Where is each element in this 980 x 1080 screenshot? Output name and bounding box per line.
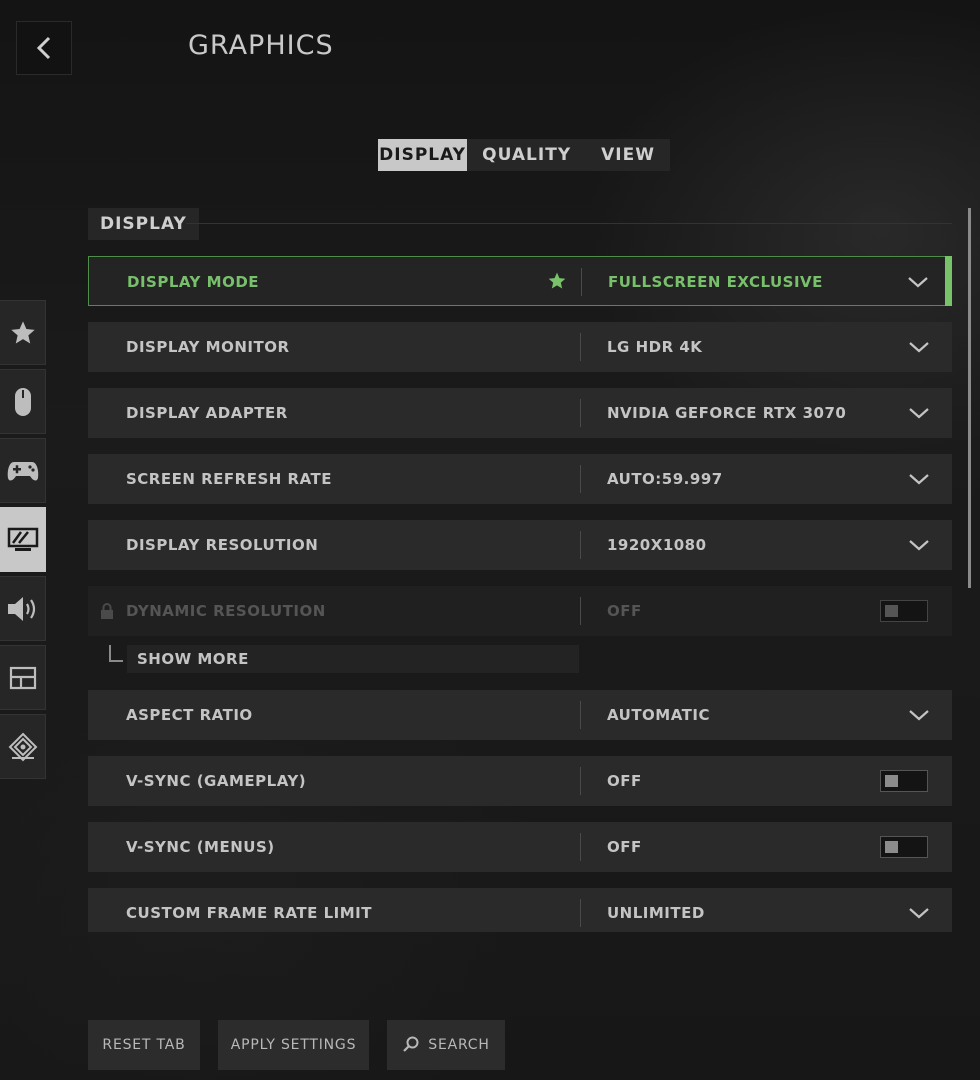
mouse-icon: [14, 387, 31, 416]
setting-label: DISPLAY ADAPTER: [126, 404, 288, 422]
setting-custom-frame-rate-limit[interactable]: CUSTOM FRAME RATE LIMIT UNLIMITED: [88, 888, 952, 932]
row-divider: [580, 833, 581, 861]
chevron-down-icon[interactable]: [908, 537, 930, 553]
setting-value: FULLSCREEN EXCLUSIVE: [608, 273, 823, 291]
setting-label: DYNAMIC RESOLUTION: [126, 602, 326, 620]
section-divider: [186, 223, 952, 224]
sidebar-item-favorites[interactable]: [0, 300, 46, 365]
monitor-icon: [7, 527, 38, 551]
sidebar-item-graphics[interactable]: [0, 507, 46, 572]
setting-value: OFF: [607, 602, 642, 620]
speaker-icon: [7, 596, 35, 621]
setting-value: LG HDR 4K: [607, 338, 703, 356]
toggle-switch[interactable]: [880, 770, 928, 792]
row-divider: [580, 701, 581, 729]
show-more-button[interactable]: SHOW MORE: [127, 645, 579, 673]
tree-connector: [109, 645, 123, 662]
setting-label: ASPECT RATIO: [126, 706, 253, 724]
toggle-switch[interactable]: [880, 836, 928, 858]
toggle-switch: [880, 600, 928, 622]
chevron-down-icon[interactable]: [908, 471, 930, 487]
toggle-knob: [885, 605, 898, 617]
sidebar-item-controller[interactable]: [0, 438, 46, 503]
back-button[interactable]: [16, 21, 72, 75]
setting-value: UNLIMITED: [607, 904, 705, 922]
sidebar-item-network[interactable]: [0, 714, 46, 779]
row-divider: [580, 597, 581, 625]
sidebar-item-mouse[interactable]: [0, 369, 46, 434]
setting-dynamic-resolution: DYNAMIC RESOLUTION OFF: [88, 586, 952, 636]
row-divider: [580, 899, 581, 927]
tab-display[interactable]: DISPLAY: [378, 139, 468, 171]
setting-value: OFF: [607, 838, 642, 856]
setting-label: DISPLAY RESOLUTION: [126, 536, 319, 554]
row-divider: [580, 399, 581, 427]
chevron-down-icon[interactable]: [908, 707, 930, 723]
sidebar-item-audio[interactable]: [0, 576, 46, 641]
setting-screen-refresh-rate[interactable]: SCREEN REFRESH RATE AUTO:59.997: [88, 454, 952, 504]
category-sidebar: [0, 300, 46, 783]
network-icon: [8, 732, 37, 761]
interface-icon: [9, 666, 36, 689]
search-icon: [403, 1036, 419, 1052]
setting-value: OFF: [607, 772, 642, 790]
toggle-knob: [885, 841, 898, 853]
setting-vsync-menus[interactable]: V-SYNC (MENUS) OFF: [88, 822, 952, 872]
setting-label: CUSTOM FRAME RATE LIMIT: [126, 904, 372, 922]
row-divider: [581, 268, 582, 296]
setting-label: V-SYNC (MENUS): [126, 838, 275, 856]
setting-display-mode[interactable]: DISPLAY MODE FULLSCREEN EXCLUSIVE: [88, 256, 952, 306]
tab-quality[interactable]: QUALITY: [467, 139, 586, 171]
search-button[interactable]: SEARCH: [387, 1020, 505, 1070]
apply-settings-button[interactable]: APPLY SETTINGS: [218, 1020, 369, 1070]
chevron-down-icon[interactable]: [908, 405, 930, 421]
tab-view[interactable]: VIEW: [586, 139, 670, 171]
setting-aspect-ratio[interactable]: ASPECT RATIO AUTOMATIC: [88, 690, 952, 740]
setting-label: DISPLAY MODE: [127, 273, 260, 291]
setting-display-adapter[interactable]: DISPLAY ADAPTER NVIDIA GEFORCE RTX 3070: [88, 388, 952, 438]
sidebar-item-interface[interactable]: [0, 645, 46, 710]
setting-value: NVIDIA GEFORCE RTX 3070: [607, 404, 847, 422]
row-divider: [580, 465, 581, 493]
setting-display-monitor[interactable]: DISPLAY MONITOR LG HDR 4K: [88, 322, 952, 372]
setting-label: V-SYNC (GAMEPLAY): [126, 772, 307, 790]
chevron-down-icon[interactable]: [907, 274, 929, 290]
row-divider: [580, 333, 581, 361]
favorite-star-icon[interactable]: [547, 271, 567, 291]
settings-scrollbar[interactable]: [968, 208, 971, 588]
setting-value: AUTO:59.997: [607, 470, 723, 488]
setting-value: 1920X1080: [607, 536, 707, 554]
setting-vsync-gameplay[interactable]: V-SYNC (GAMEPLAY) OFF: [88, 756, 952, 806]
reset-tab-button[interactable]: RESET TAB: [88, 1020, 200, 1070]
setting-label: SCREEN REFRESH RATE: [126, 470, 333, 488]
search-button-label: SEARCH: [428, 1037, 490, 1053]
page-title: GRAPHICS: [188, 30, 334, 61]
star-icon: [10, 320, 35, 343]
row-divider: [580, 767, 581, 795]
lock-icon: [101, 603, 113, 619]
row-divider: [580, 531, 581, 559]
gamepad-icon: [7, 461, 38, 480]
section-title: DISPLAY: [88, 208, 199, 240]
setting-label: DISPLAY MONITOR: [126, 338, 290, 356]
chevron-down-icon[interactable]: [908, 905, 930, 921]
tab-bar: DISPLAY QUALITY VIEW: [378, 139, 670, 171]
setting-display-resolution[interactable]: DISPLAY RESOLUTION 1920X1080: [88, 520, 952, 570]
chevron-left-icon: [36, 36, 51, 60]
toggle-knob: [885, 775, 898, 787]
setting-value: AUTOMATIC: [607, 706, 711, 724]
selection-accent-bar: [945, 256, 952, 306]
chevron-down-icon[interactable]: [908, 339, 930, 355]
